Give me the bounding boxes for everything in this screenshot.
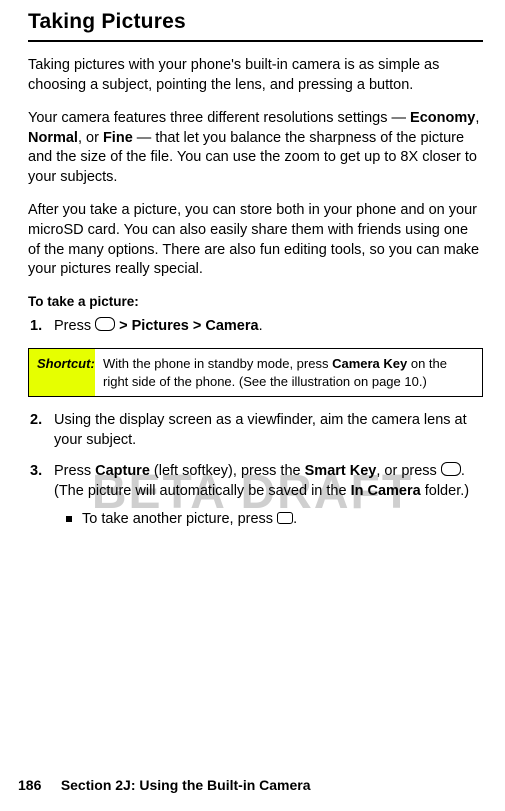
- step-1: 1. Press > Pictures > Camera.: [54, 317, 483, 337]
- back-key-icon: [277, 512, 293, 524]
- step-3-e: , or press: [376, 463, 440, 479]
- ok-key-icon: [95, 317, 115, 331]
- step-3: 3. Press Capture (left softkey), press t…: [54, 462, 483, 529]
- step-3-incamera: In Camera: [351, 483, 421, 499]
- intro-paragraph: Taking pictures with your phone's built-…: [28, 56, 483, 95]
- shortcut-body: With the phone in standby mode, press Ca…: [95, 349, 482, 396]
- page-footer: 186 Section 2J: Using the Built-in Camer…: [0, 777, 505, 793]
- step-2-text: Using the display screen as a viewfinder…: [54, 412, 467, 448]
- res-lead: Your camera features three different res…: [28, 110, 410, 126]
- step-3-number: 3.: [30, 462, 42, 482]
- section-label: Section 2J: Using the Built-in Camera: [61, 777, 311, 793]
- res-sep1: ,: [475, 110, 479, 126]
- res-sep2: , or: [78, 130, 103, 146]
- step-1-text-b: > Pictures > Camera: [115, 318, 258, 334]
- storage-paragraph: After you take a picture, you can store …: [28, 201, 483, 279]
- steps-list-cont: 2. Using the display screen as a viewfin…: [28, 411, 483, 529]
- shortcut-box: Shortcut: With the phone in standby mode…: [28, 348, 483, 397]
- page-title: Taking Pictures: [28, 10, 483, 34]
- step-1-text-a: Press: [54, 318, 95, 334]
- procedure-heading: To take a picture:: [28, 294, 483, 309]
- shortcut-label: Shortcut:: [29, 349, 95, 396]
- step-3-capture: Capture: [95, 463, 150, 479]
- steps-list: 1. Press > Pictures > Camera.: [28, 317, 483, 337]
- step-1-text-c: .: [259, 318, 263, 334]
- step-3-h: folder.): [421, 483, 469, 499]
- res-opt-normal: Normal: [28, 130, 78, 146]
- step-2: 2. Using the display screen as a viewfin…: [54, 411, 483, 450]
- step-3-smartkey: Smart Key: [305, 463, 377, 479]
- step-1-number: 1.: [30, 317, 42, 337]
- page-number: 186: [18, 777, 41, 793]
- page-content: Taking Pictures Taking pictures with you…: [0, 0, 505, 529]
- res-opt-economy: Economy: [410, 110, 475, 126]
- step-3-sub-bullet: To take another picture, press .: [82, 510, 483, 530]
- step-3-c: (left softkey), press the: [150, 463, 305, 479]
- ok-key-icon: [441, 462, 461, 476]
- resolutions-paragraph: Your camera features three different res…: [28, 109, 483, 187]
- shortcut-text-a: With the phone in standby mode, press: [103, 356, 332, 371]
- step-2-number: 2.: [30, 411, 42, 431]
- shortcut-camera-key: Camera Key: [332, 356, 407, 371]
- title-rule: [28, 40, 483, 42]
- sub-a: To take another picture, press: [82, 511, 277, 527]
- step-3-a: Press: [54, 463, 95, 479]
- step-3-sublist: To take another picture, press .: [54, 510, 483, 530]
- sub-b: .: [293, 511, 297, 527]
- res-opt-fine: Fine: [103, 130, 133, 146]
